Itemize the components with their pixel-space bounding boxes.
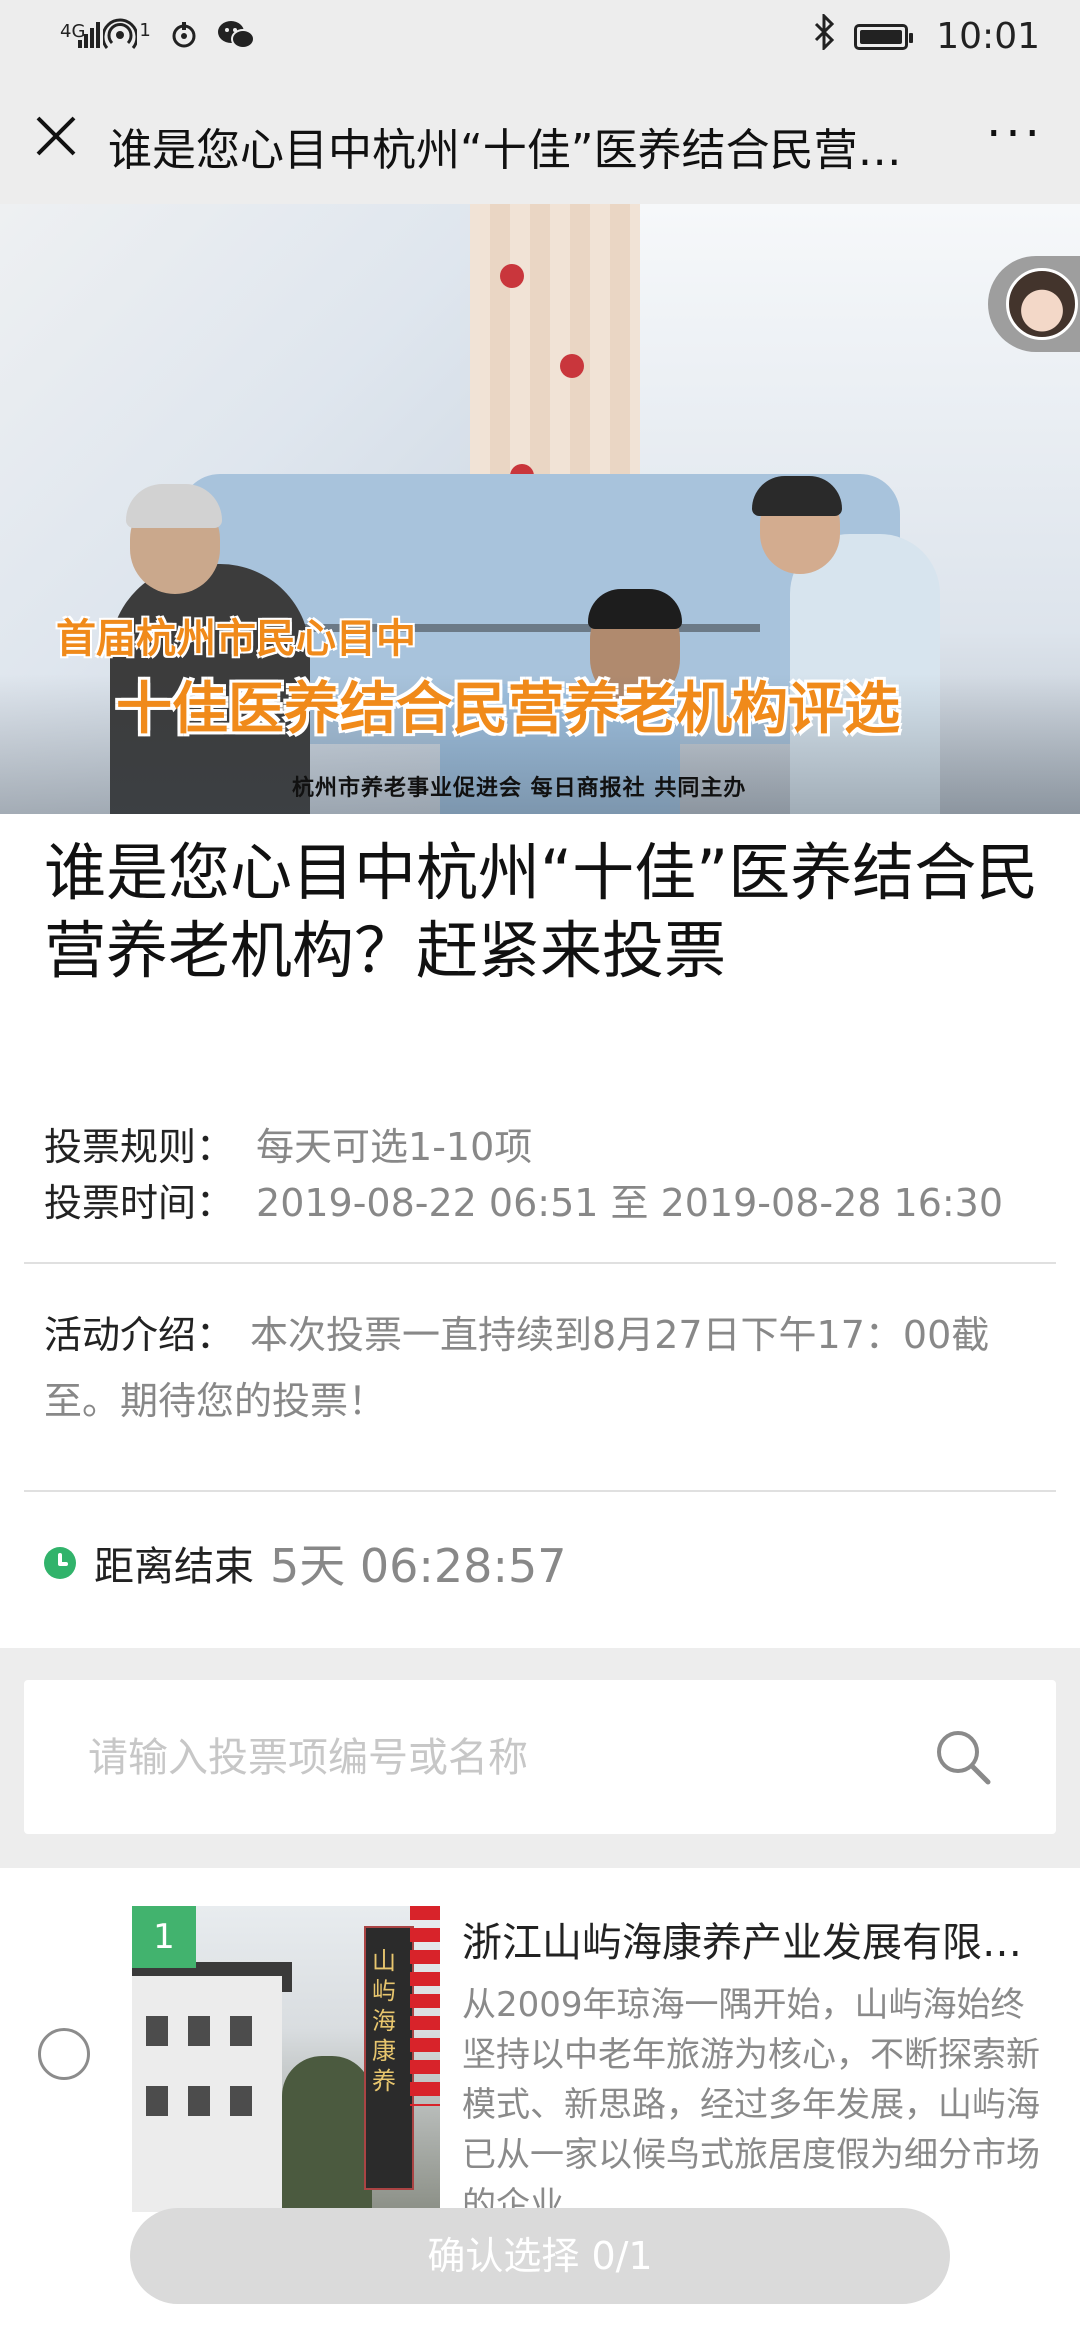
avatar xyxy=(1006,268,1078,340)
activity-intro: 活动介绍： 本次投票一直持续到8月27日下午17：00截至。期待您的投票！ xyxy=(44,1302,1034,1434)
building-window xyxy=(146,2016,168,2046)
countdown: 距离结束 5天 06:28:57 xyxy=(44,1530,566,1596)
more-options-button[interactable]: ··· xyxy=(980,106,1050,162)
confirm-selection-button[interactable]: 确认选择 0/1 xyxy=(130,2208,950,2304)
nav-bar: 谁是您心目中杭州“十佳”医养结合民营养老机构？赶紧来投票 ··· xyxy=(0,72,1080,204)
red-lanterns xyxy=(410,1906,440,2106)
building-window xyxy=(230,2086,252,2116)
hero-headline-small: 首届杭州市民心目中 xyxy=(56,616,416,662)
curtain-flower xyxy=(560,354,584,378)
divider xyxy=(24,1490,1056,1492)
building-window xyxy=(230,2016,252,2046)
nav-title: 谁是您心目中杭州“十佳”医养结合民营养老机构？赶紧来投票 xyxy=(108,125,928,176)
tree xyxy=(282,2056,372,2212)
divider xyxy=(24,1262,1056,1264)
sim-index: 1 xyxy=(139,20,151,41)
hero-headline-large: 十佳医养结合民营养老机构评选 xyxy=(116,677,900,742)
building-window xyxy=(188,2086,210,2116)
battery-icon xyxy=(854,23,914,50)
item-description: 从2009年琼海一隅开始，山屿海始终坚持以中老年旅游为核心，不断探索新模式、新思… xyxy=(462,1985,1040,2212)
curtain-flower xyxy=(500,264,524,288)
nurse-hair xyxy=(752,476,842,516)
bluetooth-icon xyxy=(812,12,836,59)
building-window xyxy=(188,2016,210,2046)
vote-rules-label: 投票规则： xyxy=(44,1125,235,1169)
select-radio[interactable] xyxy=(38,2028,90,2080)
countdown-value: 5天 06:28:57 xyxy=(270,1539,567,1593)
intro-label: 活动介绍： xyxy=(44,1313,235,1357)
vote-rules-row: 投票规则： 每天可选1-10项 xyxy=(44,1116,532,1171)
wechat-icon xyxy=(217,19,255,58)
elderly-woman-hair xyxy=(126,484,222,528)
item-number-badge: 1 xyxy=(132,1906,196,1968)
clock-icon xyxy=(44,1547,76,1579)
search-icon[interactable] xyxy=(932,1726,994,1788)
hotspot-icon xyxy=(101,18,139,59)
close-icon xyxy=(36,116,76,156)
sync-icon xyxy=(169,20,199,57)
page-title: 谁是您心目中杭州“十佳”医养结合民营养老机构？赶紧来投票 xyxy=(44,836,1039,987)
vote-rules-value: 每天可选1-10项 xyxy=(256,1125,533,1169)
vote-time-label: 投票时间： xyxy=(44,1181,235,1225)
vote-time-value: 2019-08-22 06:51 至 2019-08-28 16:30 xyxy=(256,1181,1004,1225)
caregiver-hair xyxy=(588,589,682,629)
sign-text: 山屿海康养 xyxy=(372,1947,396,2095)
building-window xyxy=(146,2086,168,2116)
status-bar: 4G 1 10:01 xyxy=(0,0,1080,72)
hero-organizers: 杭州市养老事业促进会 每日商报社 共同主办 xyxy=(292,776,747,801)
item-thumbnail[interactable]: 山屿海康养 1 xyxy=(132,1906,440,2212)
status-right: 10:01 xyxy=(812,12,1040,59)
search-input[interactable] xyxy=(86,1726,910,1790)
countdown-label: 距离结束 xyxy=(94,1544,254,1590)
search-section xyxy=(0,1648,1080,1868)
vote-time-row: 投票时间： 2019-08-22 06:51 至 2019-08-28 16:30 xyxy=(44,1172,1003,1227)
network-type: 4G xyxy=(60,21,86,42)
vote-info-panel: 谁是您心目中杭州“十佳”医养结合民营养老机构？赶紧来投票 投票规则： 每天可选1-… xyxy=(0,814,1080,1648)
item-title[interactable]: 浙江山屿海康养产业发展有限公司 xyxy=(462,1910,1032,1968)
close-button[interactable] xyxy=(28,108,84,164)
status-left: 4G 1 xyxy=(60,18,255,59)
search-box xyxy=(24,1680,1056,1834)
floating-avatar-button[interactable] xyxy=(988,256,1080,352)
hero-banner-image: 首届杭州市民心目中 十佳医养结合民营养老机构评选 杭州市养老事业促进会 每日商报… xyxy=(0,204,1080,814)
clock-time: 10:01 xyxy=(936,16,1040,57)
